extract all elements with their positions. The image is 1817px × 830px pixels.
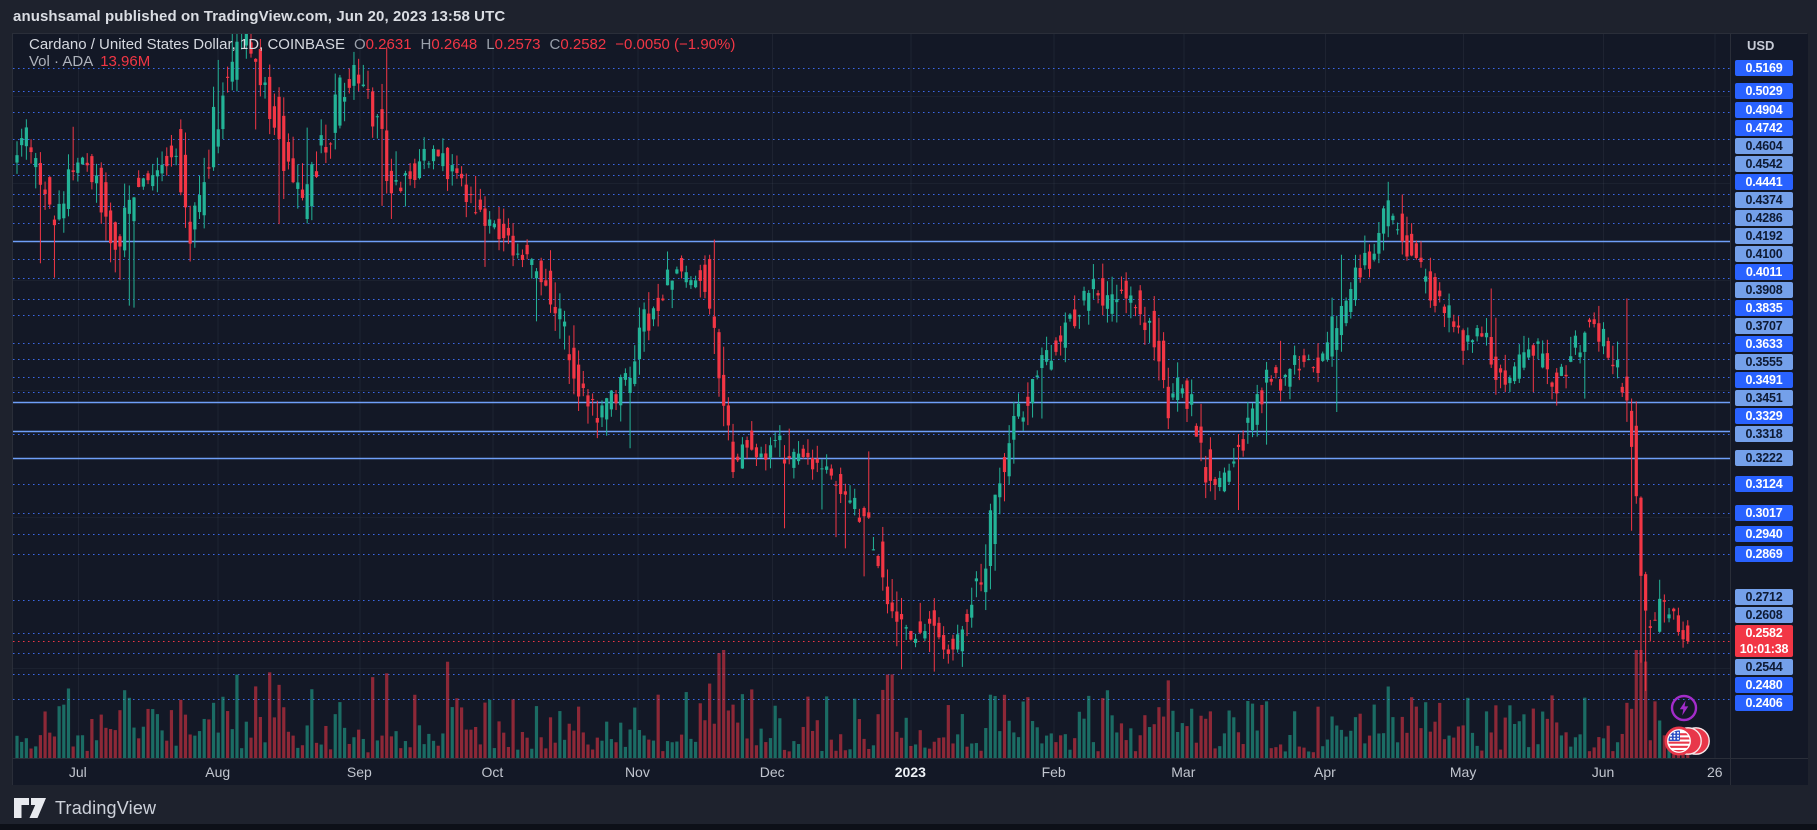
- volume-value: 13.96M: [100, 53, 150, 70]
- price-level-label: 0.4374: [1735, 192, 1793, 208]
- price-level-label: 0.2480: [1735, 677, 1793, 693]
- price-level-label: 0.4542: [1735, 156, 1793, 172]
- price-level-label: 0.4441: [1735, 174, 1793, 190]
- ohlc-item: O0.2631: [354, 36, 412, 53]
- volume-bars: [15, 650, 1689, 758]
- time-axis-label: Mar: [1171, 764, 1195, 780]
- current-price-label: 0.258210:01:38: [1735, 625, 1793, 657]
- price-level-label: 0.3555: [1735, 354, 1793, 370]
- bar-countdown: 10:01:38: [1740, 641, 1788, 657]
- price-level-label: 0.2940: [1735, 526, 1793, 542]
- time-axis-label: May: [1450, 764, 1476, 780]
- price-level-label: 0.4011: [1735, 264, 1793, 280]
- time-axis-label: 26: [1707, 764, 1723, 780]
- price-level-label: 0.2544: [1735, 659, 1793, 675]
- time-axis-label: Apr: [1314, 764, 1336, 780]
- price-level-label: 0.4286: [1735, 210, 1793, 226]
- price-level-label: 0.5169: [1735, 60, 1793, 76]
- price-level-label: 0.2712: [1735, 589, 1793, 605]
- price-level-label: 0.4742: [1735, 120, 1793, 136]
- price-level-label: 0.2608: [1735, 607, 1793, 623]
- time-axis-label: Dec: [760, 764, 785, 780]
- symbol-legend-row: Cardano / United States Dollar, 1D, COIN…: [29, 36, 735, 53]
- price-axis-currency: USD: [1747, 38, 1774, 53]
- time-axis-label: Jun: [1592, 764, 1615, 780]
- price-level-label: 0.3835: [1735, 300, 1793, 316]
- time-axis-label: Aug: [205, 764, 230, 780]
- price-level-label: 0.3017: [1735, 505, 1793, 521]
- time-axis-label: Nov: [625, 764, 650, 780]
- price-level-label: 0.3491: [1735, 372, 1793, 388]
- tradingview-wordmark[interactable]: TradingView: [55, 798, 156, 819]
- price-level-label: 0.4604: [1735, 138, 1793, 154]
- boost-lightning-icon[interactable]: [1669, 693, 1699, 728]
- price-level-label: 0.3633: [1735, 336, 1793, 352]
- tradingview-logo-icon[interactable]: [13, 797, 47, 819]
- time-axis-label: Jul: [69, 764, 87, 780]
- price-level-label: 0.4100: [1735, 246, 1793, 262]
- price-level-label: 0.2406: [1735, 695, 1793, 711]
- price-level-label: 0.4904: [1735, 102, 1793, 118]
- tradingview-footer: TradingView: [13, 795, 156, 821]
- ohlc-values: O0.2631 H0.2648 L0.2573 C0.2582: [345, 36, 606, 53]
- ohlc-item: C0.2582: [550, 36, 607, 53]
- price-level-label: 0.3329: [1735, 408, 1793, 424]
- ohlc-item: H0.2648: [421, 36, 478, 53]
- price-level-label: 0.4192: [1735, 228, 1793, 244]
- time-axis-label: Oct: [481, 764, 503, 780]
- time-axis-label: Feb: [1042, 764, 1066, 780]
- symbol-title: Cardano / United States Dollar, 1D, COIN…: [29, 36, 345, 53]
- candles: [15, 34, 1689, 691]
- time-axis-label: Sep: [347, 764, 372, 780]
- chart-snapshot: Cardano / United States Dollar, 1D, COIN…: [12, 33, 1807, 785]
- volume-legend-row: Vol · ADA 13.96M: [29, 53, 735, 70]
- price-level-label: 0.3707: [1735, 318, 1793, 334]
- price-level-label: 0.3124: [1735, 476, 1793, 492]
- axis-corner: [1730, 758, 1808, 785]
- price-level-label: 0.3222: [1735, 450, 1793, 466]
- price-level-label: 0.5029: [1735, 83, 1793, 99]
- time-axis[interactable]: Jul Aug Sep Oct Nov Dec 2023 Feb Mar Apr May Jun 26: [13, 758, 1808, 785]
- price-level-label: 0.3451: [1735, 390, 1793, 406]
- ohlc-item: L0.2573: [486, 36, 540, 53]
- volume-label: Vol · ADA: [29, 53, 93, 70]
- bottom-strip: [0, 824, 1817, 830]
- time-axis-label: 2023: [895, 764, 926, 780]
- badge-front-flag: [1666, 728, 1692, 754]
- price-axis[interactable]: USD 0.5169 0.5029 0.4904 0.4742 0.4604 0.4542…: [1730, 34, 1808, 758]
- minds-flag-badges-icon[interactable]: [1663, 724, 1713, 763]
- price-level-label: 0.3908: [1735, 282, 1793, 298]
- price-level-label: 0.2869: [1735, 546, 1793, 562]
- price-level-label: 0.3318: [1735, 426, 1793, 442]
- symbol-legend: Cardano / United States Dollar, 1D, COIN…: [29, 36, 735, 70]
- current-price-value: 0.2582: [1745, 625, 1782, 641]
- published-banner: anushsamal published on TradingView.com,…: [13, 6, 505, 28]
- chart-plot-area[interactable]: [13, 34, 1730, 758]
- tradingview-snapshot-page: anushsamal published on TradingView.com,…: [0, 0, 1817, 830]
- change-value: −0.0050 (−1.90%): [615, 36, 735, 53]
